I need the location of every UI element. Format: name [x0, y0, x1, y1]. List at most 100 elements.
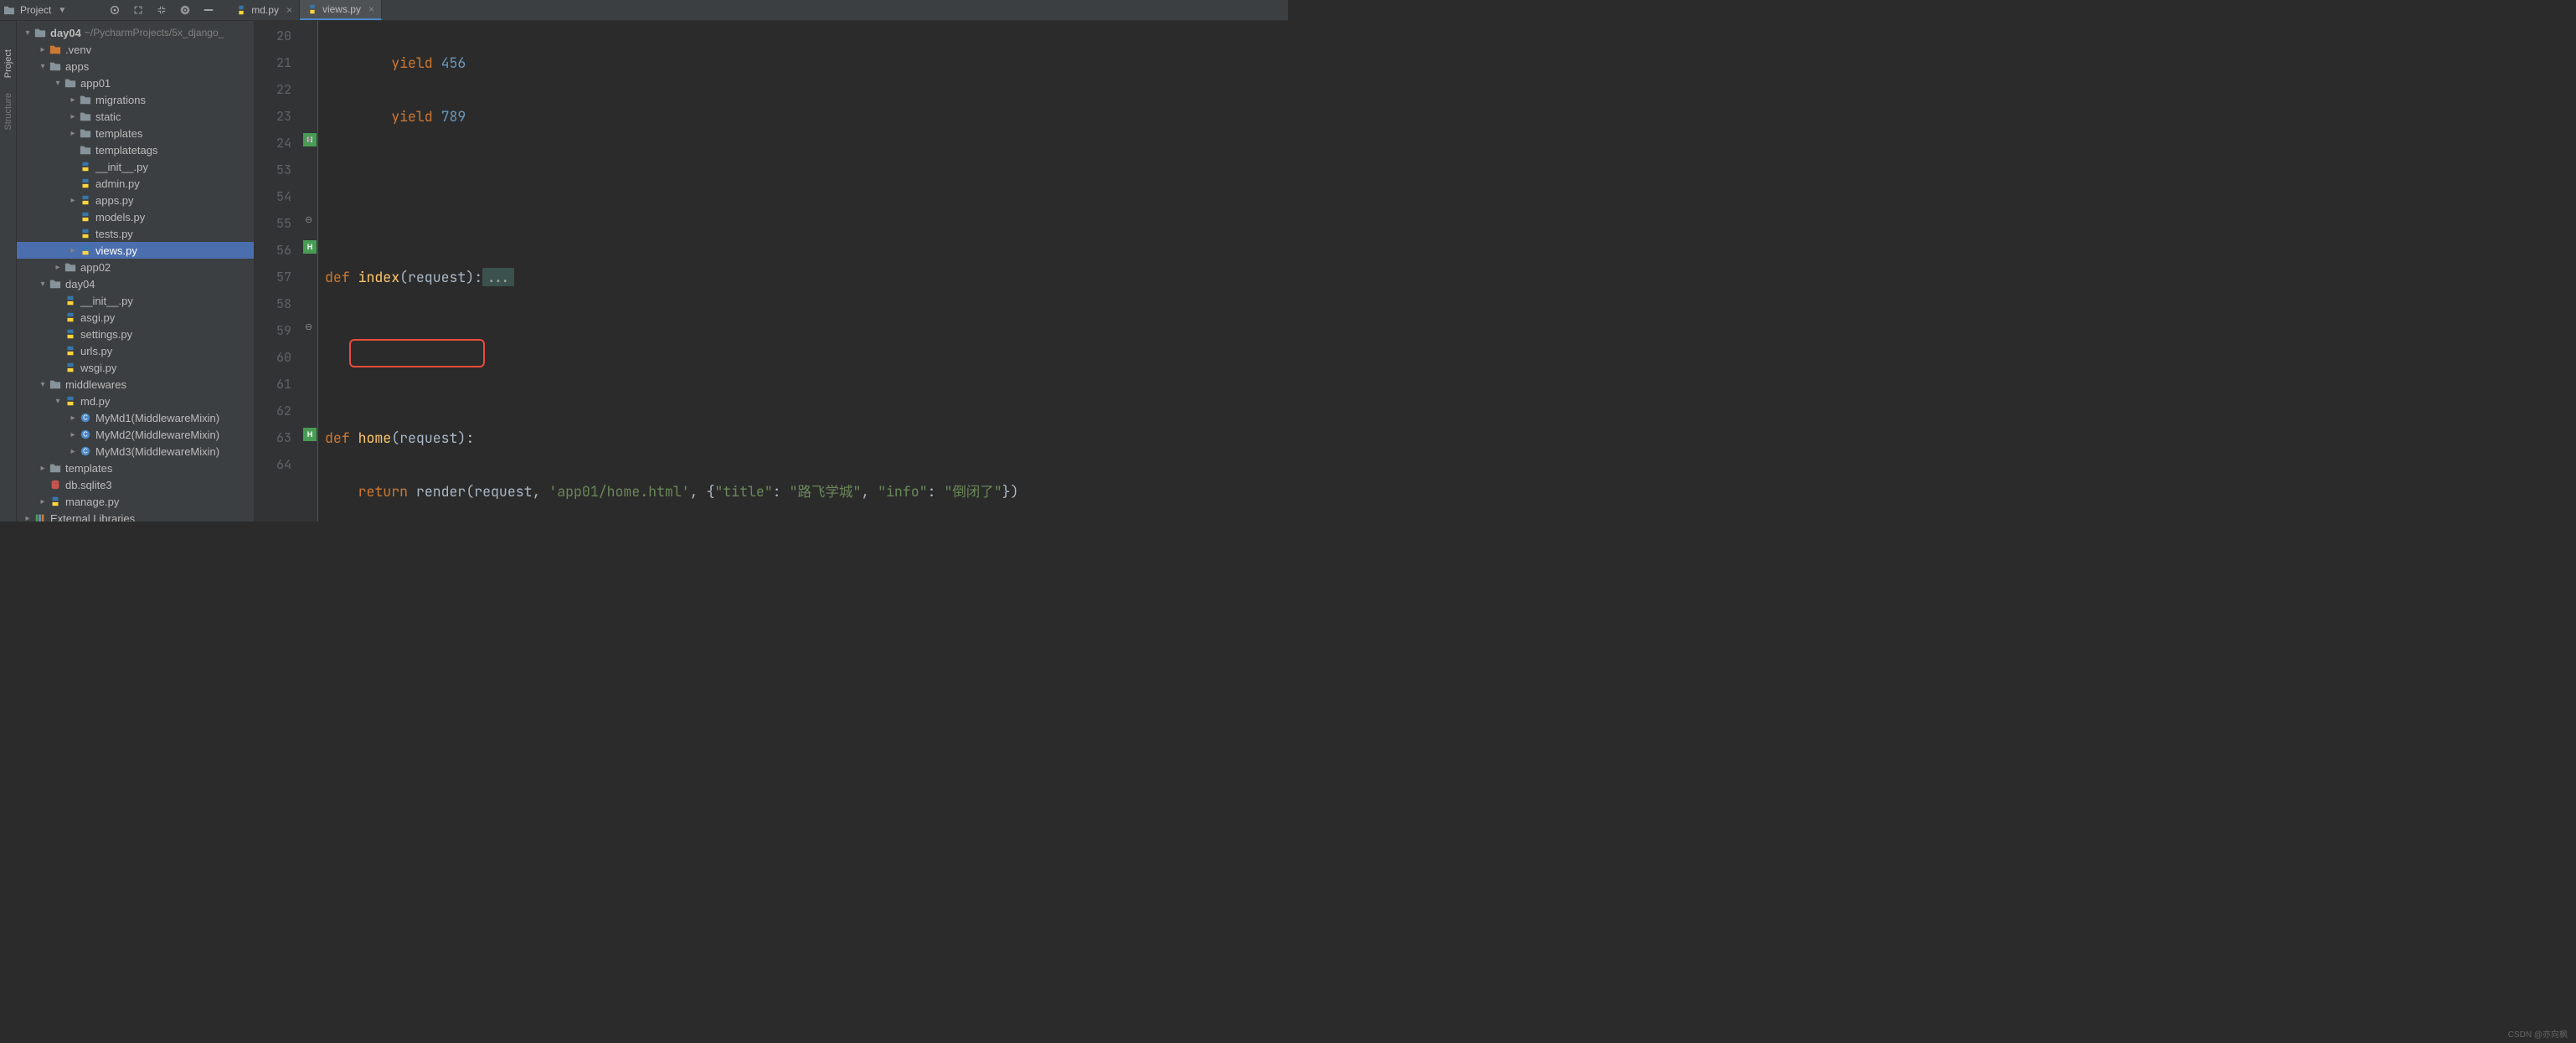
chevron-right-icon[interactable]: ▸ — [67, 196, 79, 205]
toolbar: Project ▼ md.py × views.py × — [0, 0, 1288, 21]
tree-item[interactable]: ▸ C MyMd1(MiddlewareMixin) — [17, 409, 254, 426]
chevron-right-icon[interactable]: ▸ — [37, 464, 49, 473]
tree-item[interactable]: wsgi.py — [17, 359, 254, 376]
tree-item[interactable]: templatetags — [17, 141, 254, 158]
python-file-icon — [79, 210, 92, 224]
tree-item[interactable]: __init__.py — [17, 158, 254, 175]
tree-item-selected[interactable]: ▸ views.py — [17, 242, 254, 259]
tree-item[interactable]: ▾ app01 — [17, 74, 254, 91]
chevron-right-icon[interactable]: ▸ — [37, 45, 49, 54]
close-icon[interactable]: × — [368, 3, 374, 15]
class-icon: C — [79, 428, 92, 441]
python-file-icon — [64, 344, 77, 357]
python-file-icon — [307, 3, 318, 15]
tree-item[interactable]: models.py — [17, 208, 254, 225]
chevron-right-icon[interactable]: ▸ — [22, 514, 33, 522]
tree-item[interactable]: ▾ middlewares — [17, 376, 254, 393]
chevron-down-icon[interactable]: ▾ — [52, 79, 64, 88]
tree-item[interactable]: ▸ .venv — [17, 41, 254, 58]
tree-item[interactable]: ▸ C MyMd3(MiddlewareMixin) — [17, 443, 254, 460]
collapse-icon[interactable] — [155, 3, 168, 17]
folder-icon — [33, 26, 47, 39]
gear-icon[interactable] — [178, 3, 192, 17]
chevron-right-icon[interactable]: ▸ — [37, 497, 49, 506]
tree-item[interactable]: admin.py — [17, 175, 254, 192]
tree-item[interactable]: ▸ app02 — [17, 259, 254, 275]
tree-root[interactable]: ▾ day04 ~/PycharmProjects/5x_django_ — [17, 24, 254, 41]
folder-icon — [79, 110, 92, 123]
python-file-icon — [64, 311, 77, 324]
folder-icon — [79, 126, 92, 140]
svg-text:C: C — [83, 431, 88, 439]
tree-item[interactable]: ▸ manage.py — [17, 493, 254, 510]
tab-label: views.py — [322, 3, 361, 15]
fold-icon[interactable]: ⊖ — [305, 321, 312, 332]
tree-item[interactable]: settings.py — [17, 326, 254, 342]
tree-item[interactable]: db.sqlite3 — [17, 476, 254, 493]
chevron-down-icon[interactable]: ▾ — [52, 397, 64, 406]
chevron-right-icon[interactable]: ▸ — [67, 95, 79, 105]
folder-icon — [64, 260, 77, 274]
tree-item[interactable]: ▾ day04 — [17, 275, 254, 292]
tab-md-py[interactable]: md.py × — [229, 0, 300, 20]
python-file-icon — [79, 227, 92, 240]
project-tree[interactable]: ▾ day04 ~/PycharmProjects/5x_django_ ▸ .… — [17, 21, 255, 522]
python-file-icon — [64, 294, 77, 307]
svg-text:C: C — [83, 414, 88, 422]
folder-icon — [49, 277, 62, 290]
chevron-right-icon[interactable]: ▸ — [67, 112, 79, 121]
fold-icon[interactable]: ⊕ — [305, 134, 312, 145]
project-tool-button[interactable]: Project — [3, 46, 13, 81]
target-icon[interactable] — [108, 3, 121, 17]
chevron-down-icon[interactable]: ▾ — [37, 280, 49, 289]
python-file-icon — [64, 394, 77, 408]
html-marker-icon: H — [303, 240, 317, 254]
watermark: CSDN @亦向枫 — [2508, 1027, 2568, 1040]
tree-item[interactable]: __init__.py — [17, 292, 254, 309]
python-file-icon — [79, 160, 92, 173]
tree-item[interactable]: ▸ templates — [17, 460, 254, 476]
folder-icon — [79, 143, 92, 157]
editor-tabs: md.py × views.py × — [229, 0, 382, 20]
tree-item[interactable]: ▸ templates — [17, 125, 254, 141]
tree-item[interactable]: asgi.py — [17, 309, 254, 326]
chevron-down-icon[interactable]: ▾ — [22, 28, 33, 38]
folder-icon — [79, 93, 92, 106]
folder-icon — [64, 76, 77, 90]
folder-icon — [49, 43, 62, 56]
python-file-icon — [64, 361, 77, 374]
code-editor[interactable]: 202122 232453 545556 575859 606162 6364 … — [255, 21, 1288, 522]
tree-item[interactable]: ▾ md.py — [17, 393, 254, 409]
html-marker-icon: H — [303, 428, 317, 441]
python-file-icon — [79, 193, 92, 207]
python-file-icon — [64, 327, 77, 341]
library-icon — [33, 511, 47, 522]
hide-icon[interactable] — [202, 3, 215, 17]
chevron-right-icon[interactable]: ▸ — [67, 129, 79, 138]
chevron-right-icon[interactable]: ▸ — [67, 246, 79, 255]
code-area[interactable]: yield 456 yield 789 def index(request):.… — [318, 21, 1288, 522]
chevron-right-icon[interactable]: ▸ — [67, 430, 79, 439]
line-gutter: 202122 232453 545556 575859 606162 6364 — [255, 21, 301, 522]
chevron-right-icon[interactable]: ▸ — [52, 263, 64, 272]
project-dropdown[interactable]: Project — [20, 4, 51, 16]
tree-item[interactable]: ▸ migrations — [17, 91, 254, 108]
chevron-down-icon: ▼ — [58, 6, 66, 15]
chevron-down-icon[interactable]: ▾ — [37, 380, 49, 389]
tree-item[interactable]: ▸ static — [17, 108, 254, 125]
structure-tool-button[interactable]: Structure — [3, 90, 13, 134]
tree-item[interactable]: ▾ apps — [17, 58, 254, 74]
chevron-right-icon[interactable]: ▸ — [67, 414, 79, 423]
tree-item[interactable]: tests.py — [17, 225, 254, 242]
fold-icon[interactable]: ⊖ — [305, 214, 312, 225]
tree-item[interactable]: ▸ External Libraries — [17, 510, 254, 522]
tab-views-py[interactable]: views.py × — [300, 0, 382, 20]
tree-item[interactable]: ▸ apps.py — [17, 192, 254, 208]
chevron-right-icon[interactable]: ▸ — [67, 447, 79, 456]
chevron-down-icon[interactable]: ▾ — [37, 62, 49, 71]
tree-item[interactable]: ▸ C MyMd2(MiddlewareMixin) — [17, 426, 254, 443]
close-icon[interactable]: × — [286, 4, 292, 16]
tree-item[interactable]: urls.py — [17, 342, 254, 359]
expand-icon[interactable] — [131, 3, 145, 17]
python-file-icon — [79, 177, 92, 190]
